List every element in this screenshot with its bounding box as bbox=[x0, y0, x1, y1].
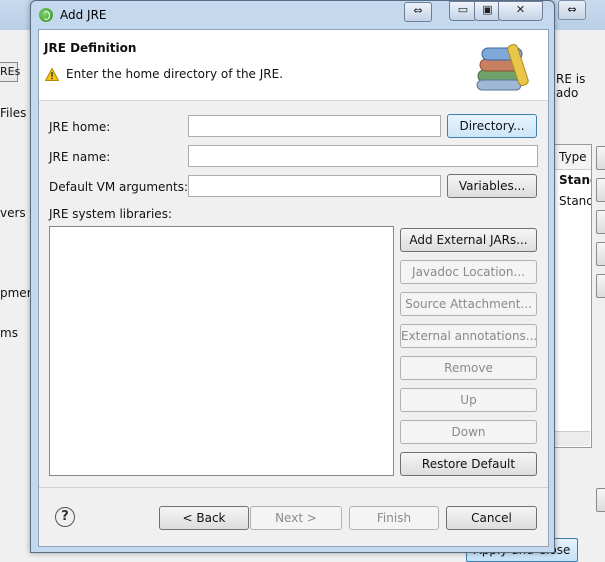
wizard-title: JRE Definition bbox=[44, 41, 137, 55]
background-jres-item[interactable]: REs bbox=[0, 62, 20, 82]
source-attachment-button[interactable]: Source Attachment... bbox=[400, 292, 537, 316]
dialog-title: Add JRE bbox=[60, 8, 107, 22]
background-expand-button[interactable]: ⇔ bbox=[558, 0, 586, 20]
help-icon[interactable]: ? bbox=[55, 507, 75, 527]
background-tree-item[interactable]: vers bbox=[0, 206, 26, 220]
background-table-scrollbar[interactable] bbox=[552, 431, 590, 446]
background-side-button[interactable] bbox=[596, 146, 605, 170]
finish-button[interactable]: Finish bbox=[349, 506, 439, 530]
background-tree-item[interactable]: ms bbox=[0, 326, 18, 340]
dialog-client-area: JRE Definition Enter the home directory … bbox=[38, 29, 549, 547]
spring-app-icon bbox=[39, 8, 53, 22]
background-description: RE is ado bbox=[556, 72, 586, 100]
vm-arguments-label: Default VM arguments: bbox=[49, 180, 189, 194]
jar-library-icon bbox=[476, 44, 529, 91]
vm-arguments-input[interactable] bbox=[188, 175, 441, 197]
cancel-button[interactable]: Cancel bbox=[446, 506, 537, 530]
down-button[interactable]: Down bbox=[400, 420, 537, 444]
background-side-button[interactable] bbox=[596, 242, 605, 266]
wizard-header: JRE Definition Enter the home directory … bbox=[39, 30, 548, 101]
variables-button[interactable]: Variables... bbox=[447, 174, 537, 198]
restore-default-button[interactable]: Restore Default bbox=[400, 452, 537, 476]
jre-name-label: JRE name: bbox=[49, 150, 111, 164]
table-row[interactable]: Stand bbox=[553, 170, 591, 191]
table-row[interactable]: Stand bbox=[553, 191, 591, 212]
back-button[interactable]: < Back bbox=[159, 506, 249, 530]
add-external-jars-button[interactable]: Add External JARs... bbox=[400, 228, 537, 252]
maximize-button[interactable]: ▣ bbox=[474, 1, 501, 21]
javadoc-location-button[interactable]: Javadoc Location... bbox=[400, 260, 537, 284]
jre-home-label: JRE home: bbox=[49, 120, 111, 134]
directory-button[interactable]: Directory... bbox=[447, 114, 537, 138]
dialog-titlebar[interactable]: Add JRE ⇔ ▭ ▣ ✕ bbox=[31, 1, 554, 29]
background-tree-item[interactable]: pmer bbox=[0, 286, 32, 300]
minimize-button[interactable]: ▭ bbox=[449, 1, 477, 21]
background-side-button[interactable] bbox=[596, 274, 605, 298]
external-annotations-button[interactable]: External annotations... bbox=[400, 324, 537, 348]
jre-name-input[interactable] bbox=[188, 145, 538, 167]
add-jre-dialog: Add JRE ⇔ ▭ ▣ ✕ JRE Definition Enter the… bbox=[30, 0, 555, 553]
background-table-header-type[interactable]: Type bbox=[553, 145, 591, 170]
remove-button[interactable]: Remove bbox=[400, 356, 537, 380]
expand-icon[interactable]: ⇔ bbox=[404, 2, 432, 22]
background-jre-table[interactable]: Type Stand Stand bbox=[552, 144, 592, 448]
system-libraries-label: JRE system libraries: bbox=[49, 207, 172, 221]
wizard-message: Enter the home directory of the JRE. bbox=[66, 67, 284, 81]
footer-separator bbox=[39, 487, 548, 488]
background-side-button[interactable] bbox=[596, 178, 605, 202]
jre-home-input[interactable] bbox=[188, 115, 441, 137]
background-tree-item[interactable]: Files bbox=[0, 106, 26, 120]
warning-icon bbox=[45, 68, 59, 81]
system-libraries-list[interactable] bbox=[49, 226, 394, 476]
background-side-button[interactable] bbox=[596, 210, 605, 234]
up-button[interactable]: Up bbox=[400, 388, 537, 412]
close-button[interactable]: ✕ bbox=[498, 1, 543, 21]
background-side-button[interactable] bbox=[596, 488, 605, 512]
next-button[interactable]: Next > bbox=[250, 506, 342, 530]
